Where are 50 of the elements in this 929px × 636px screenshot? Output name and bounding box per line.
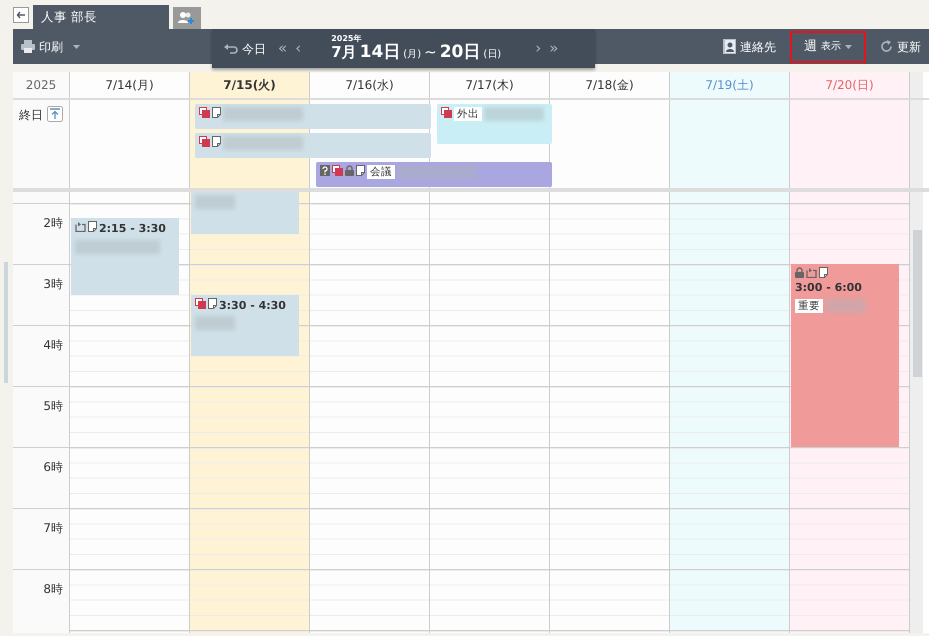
caret-icon [845, 44, 852, 48]
event-block[interactable]: 3:00 - 6:00 重要 [791, 264, 899, 447]
hour-label: 7時 [43, 521, 63, 535]
caret-icon [73, 44, 80, 48]
date-range: 7月 14日 (月) ~ 20日 (日) [331, 43, 502, 62]
all-day-event[interactable] [195, 133, 431, 158]
hour-label: 8時 [43, 582, 63, 596]
all-day-event[interactable] [195, 104, 431, 129]
view-dropdown-button[interactable]: 週 表示 [792, 32, 864, 60]
year-label: 2025年 [331, 35, 362, 44]
event-block[interactable]: 2:15 - 3:30 [71, 218, 179, 294]
scrollbar-thumb[interactable] [913, 230, 922, 377]
undo-icon [224, 43, 238, 54]
event-block[interactable]: 3:30 - 4:30 [191, 294, 299, 356]
all-day-event[interactable]: 会議 [316, 162, 552, 187]
event-time: 3:00 - 6:00 [795, 280, 862, 296]
scrollbar-thumb[interactable] [4, 262, 8, 383]
event-time: 2:15 - 3:30 [99, 221, 166, 238]
refresh-icon [880, 40, 893, 53]
add-user-button[interactable] [173, 7, 201, 29]
event-tag: 重要 [795, 298, 823, 312]
user-tab[interactable]: 人事 部長 [33, 5, 169, 29]
hour-label: 5時 [43, 399, 63, 413]
previous-week-button[interactable]: ‹ [291, 37, 306, 60]
today-button[interactable]: 今日 [216, 34, 274, 62]
event-tag: 会議 [367, 165, 395, 179]
print-button[interactable]: 印刷 [13, 32, 88, 60]
hour-label: 3時 [43, 277, 63, 291]
next-week-button[interactable]: › [531, 37, 546, 60]
event-tag: 外出 [454, 107, 482, 121]
all-day-event[interactable]: 外出 [437, 104, 552, 144]
redacted-text [826, 298, 866, 312]
back-arrow-icon [16, 10, 26, 20]
next-month-button[interactable]: » [545, 37, 562, 60]
hour-label: 2時 [43, 216, 63, 230]
all-day-label: 終日 [19, 107, 43, 124]
hour-label: 6時 [43, 460, 63, 474]
hour-label: 4時 [43, 338, 63, 352]
event-time: 3:30 - 4:30 [219, 298, 286, 314]
back-button[interactable] [13, 7, 29, 23]
add-user-icon [178, 11, 196, 25]
redacted-text [484, 107, 544, 121]
contact-card-icon [723, 39, 736, 54]
day-header[interactable]: 7/15(火) [190, 72, 310, 98]
contacts-button[interactable]: 連絡先 [715, 32, 784, 60]
refresh-button[interactable]: 更新 [872, 32, 929, 60]
printer-icon [21, 40, 35, 53]
previous-month-button[interactable]: « [274, 37, 292, 60]
scrollbar-track [910, 72, 923, 98]
year-header: 2025 [13, 72, 70, 98]
